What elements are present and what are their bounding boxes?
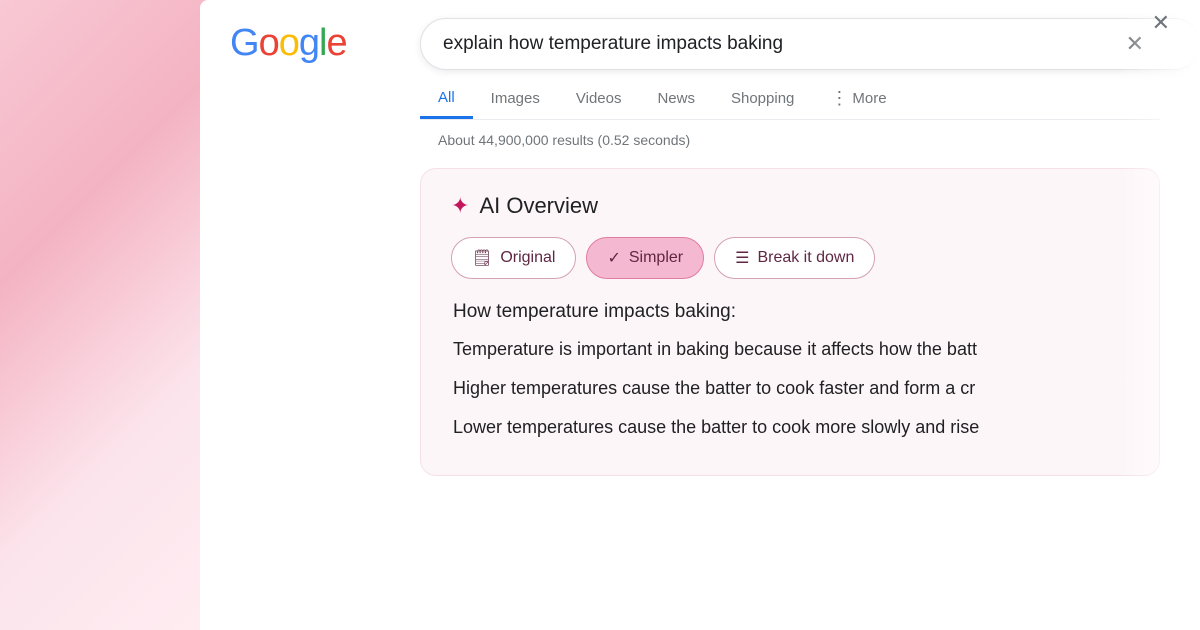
break-it-down-button[interactable]: ☰ Break it down (714, 237, 875, 279)
tab-news[interactable]: News (639, 80, 713, 117)
close-icon[interactable]: ✕ (1152, 10, 1170, 36)
tab-all[interactable]: All (420, 79, 473, 119)
ai-content-title: How temperature impacts baking: (453, 301, 1129, 323)
simpler-icon: ✓ (607, 248, 620, 268)
ai-content-line-2: Higher temperatures cause the batter to … (453, 374, 1129, 403)
logo-o2: o (279, 22, 299, 64)
tab-images[interactable]: Images (473, 80, 558, 117)
tab-videos[interactable]: Videos (558, 80, 640, 117)
tab-news-label: News (657, 90, 695, 107)
tab-shopping[interactable]: Shopping (713, 80, 812, 117)
google-logo: Google (230, 22, 347, 65)
logo-g2: g (299, 22, 319, 64)
ai-overview-section: ✦ AI Overview 🗒 Original ✓ Simpler ☰ Bre… (420, 168, 1160, 476)
more-label: More (852, 90, 886, 107)
logo-e: e (326, 22, 346, 64)
results-count-text: About 44,900,000 results (0.52 seconds) (438, 132, 690, 148)
break-icon: ☰ (735, 248, 749, 268)
ai-star-icon: ✦ (451, 193, 469, 219)
tab-all-label: All (438, 89, 455, 106)
ai-overview-header: ✦ AI Overview (451, 193, 1129, 219)
tab-images-label: Images (491, 90, 540, 107)
simpler-mode-button[interactable]: ✓ Simpler (586, 237, 704, 279)
mode-buttons-row: 🗒 Original ✓ Simpler ☰ Break it down (451, 237, 1129, 279)
search-bar-container: explain how temperature impacts baking ✕ (420, 0, 1200, 70)
ai-content-line-3: Lower temperatures cause the batter to c… (453, 413, 1129, 442)
original-label: Original (500, 249, 555, 267)
original-icon: 🗒 (472, 248, 492, 268)
search-bar[interactable]: explain how temperature impacts baking ✕ (420, 18, 1200, 70)
main-content-area: ✕ Google explain how temperature impacts… (200, 0, 1200, 630)
more-tabs-button[interactable]: ⋮ More (812, 78, 904, 119)
search-input-display: explain how temperature impacts baking (443, 19, 1144, 69)
ai-overview-content: How temperature impacts baking: Temperat… (451, 301, 1129, 441)
simpler-label: Simpler (629, 249, 683, 267)
more-icon: ⋮ (830, 88, 848, 109)
logo-g: G (230, 22, 259, 64)
break-it-down-label: Break it down (757, 249, 854, 267)
ai-overview-title: AI Overview (479, 193, 598, 219)
tab-shopping-label: Shopping (731, 90, 794, 107)
original-mode-button[interactable]: 🗒 Original (451, 237, 576, 279)
nav-tabs-bar: All Images Videos News Shopping ⋮ More (420, 70, 1160, 120)
ai-content-line-1: Temperature is important in baking becau… (453, 335, 1129, 364)
tab-videos-label: Videos (576, 90, 622, 107)
results-count: About 44,900,000 results (0.52 seconds) (420, 120, 1200, 148)
logo-o1: o (259, 22, 279, 64)
search-query-text: explain how temperature impacts baking (443, 18, 783, 70)
search-clear-icon[interactable]: ✕ (1126, 31, 1144, 57)
